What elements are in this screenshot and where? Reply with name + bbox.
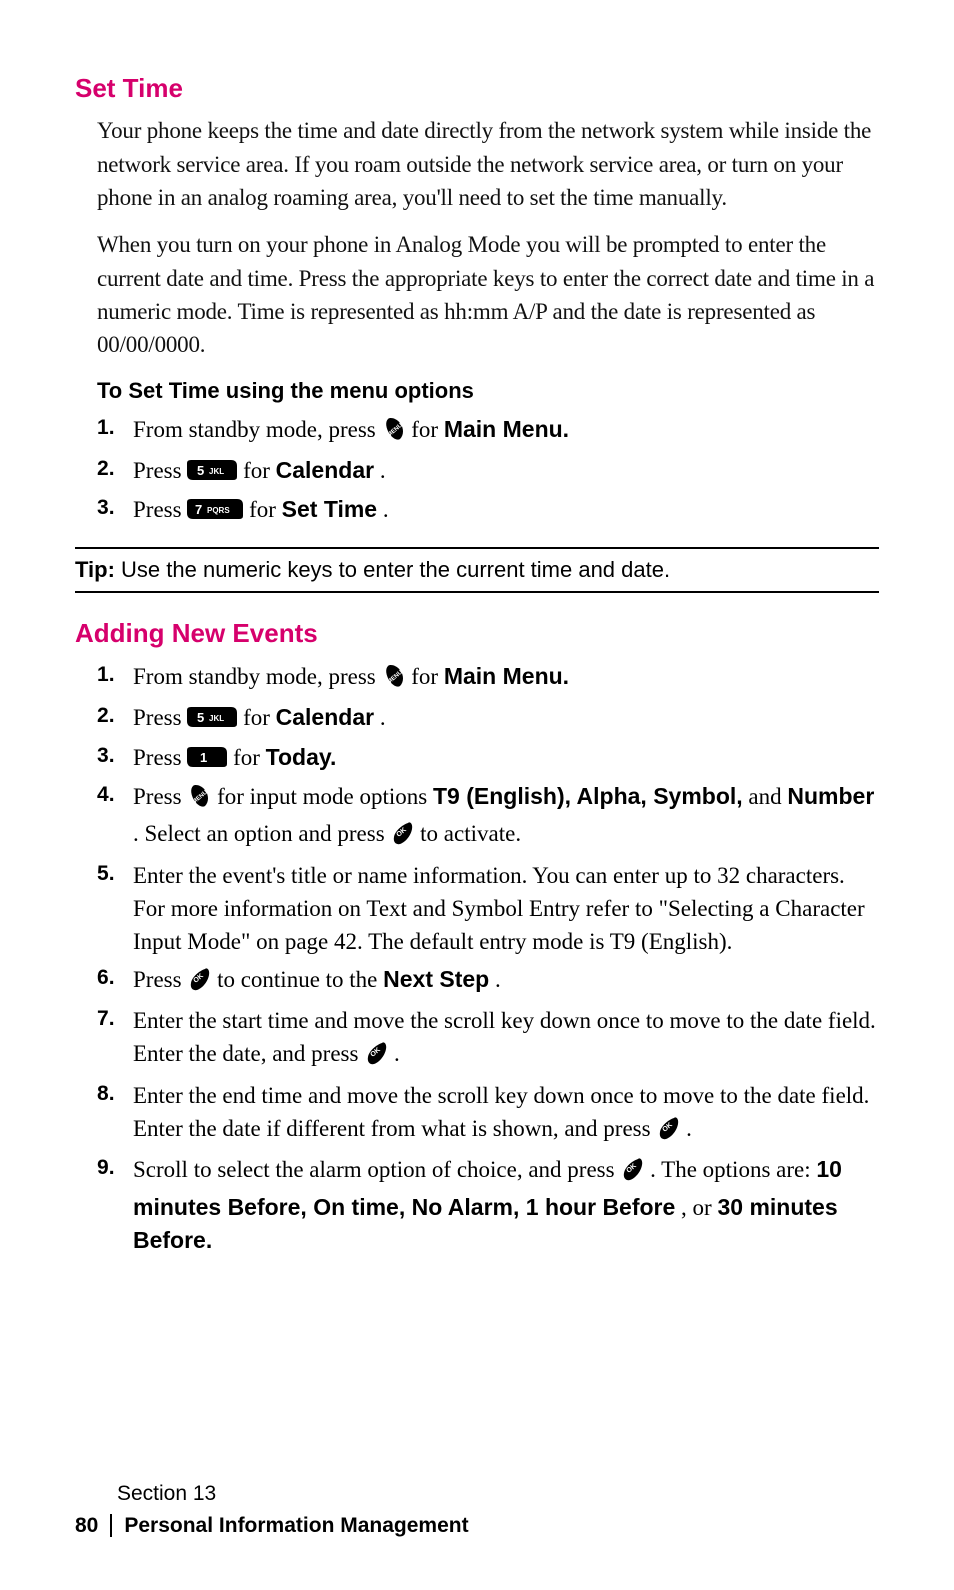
text: for xyxy=(243,705,276,730)
step: Press OK to continue to the Next Step . xyxy=(133,963,879,1000)
label: Calendar xyxy=(276,704,374,730)
text: . xyxy=(380,458,386,483)
text: . xyxy=(495,967,501,992)
text: Press xyxy=(133,705,187,730)
tip-box: Tip: Use the numeric keys to enter the c… xyxy=(75,555,879,586)
text: Press xyxy=(133,784,187,809)
text: to activate. xyxy=(420,821,521,846)
text: Press xyxy=(133,967,187,992)
step: Scroll to select the alarm option of cho… xyxy=(133,1153,879,1257)
text: for xyxy=(411,417,444,442)
svg-text:JKL: JKL xyxy=(209,714,224,723)
step: Press 1 for Today. xyxy=(133,741,879,776)
text: From standby mode, press xyxy=(133,664,382,689)
key-1-icon: 1 xyxy=(187,743,227,776)
text: , or xyxy=(681,1195,717,1220)
step: Enter the event's title or name informat… xyxy=(133,859,879,959)
menu-key-icon: MENU xyxy=(382,417,406,450)
step: Press 7 PQRS for Set Time . xyxy=(133,493,879,528)
step: Press MENU for input mode options T9 (En… xyxy=(133,780,879,855)
text: Enter the event's title or name informat… xyxy=(133,863,865,955)
paragraph: When you turn on your phone in Analog Mo… xyxy=(97,228,879,361)
step: Press 5 JKL for Calendar . xyxy=(133,701,879,736)
ok-key-icon: OK xyxy=(187,967,211,1000)
label: Next Step xyxy=(383,966,489,992)
key-5-icon: 5 JKL xyxy=(187,456,237,489)
text: . The options are: xyxy=(650,1157,816,1182)
ok-key-icon: OK xyxy=(364,1041,388,1074)
footer-section: Section 13 xyxy=(75,1479,469,1508)
tip-label: Tip: xyxy=(75,557,115,582)
text: for input mode options xyxy=(217,784,433,809)
steps-set-time: From standby mode, press MENU for Main M… xyxy=(97,413,879,529)
text: and xyxy=(748,784,787,809)
heading-adding-events: Adding New Events xyxy=(75,615,879,651)
text: for xyxy=(411,664,444,689)
label: T9 (English), Alpha, Symbol, xyxy=(433,783,743,809)
label: Calendar xyxy=(276,457,374,483)
tip-text: Use the numeric keys to enter the curren… xyxy=(115,557,670,582)
menu-key-icon: MENU xyxy=(382,664,406,697)
svg-text:PQRS: PQRS xyxy=(207,506,230,515)
text: Press xyxy=(133,497,187,522)
step: Press 5 JKL for Calendar . xyxy=(133,454,879,489)
page-footer: Section 13 80 Personal Information Manag… xyxy=(75,1479,469,1540)
step: From standby mode, press MENU for Main M… xyxy=(133,660,879,697)
text: for xyxy=(249,497,282,522)
svg-text:5: 5 xyxy=(197,710,204,725)
ok-key-icon: OK xyxy=(390,821,414,854)
text: to continue to the xyxy=(217,967,383,992)
text: Scroll to select the alarm option of cho… xyxy=(133,1157,620,1182)
menu-key-icon: MENU xyxy=(187,784,211,817)
text: . xyxy=(383,497,389,522)
steps-add-events: From standby mode, press MENU for Main M… xyxy=(97,660,879,1258)
svg-text:5: 5 xyxy=(197,463,204,478)
text: . xyxy=(686,1116,692,1141)
subheading: To Set Time using the menu options xyxy=(97,376,879,407)
step: From standby mode, press MENU for Main M… xyxy=(133,413,879,450)
text: Press xyxy=(133,745,187,770)
text: Enter the start time and move the scroll… xyxy=(133,1008,876,1066)
ok-key-icon: OK xyxy=(620,1157,644,1190)
label: Main Menu. xyxy=(444,663,569,689)
divider xyxy=(75,591,879,593)
ok-key-icon: OK xyxy=(656,1116,680,1149)
text: . xyxy=(380,705,386,730)
text: . xyxy=(394,1041,400,1066)
paragraph: Your phone keeps the time and date direc… xyxy=(97,114,879,214)
text: . Select an option and press xyxy=(133,821,390,846)
label: Set Time xyxy=(282,496,377,522)
key-5-icon: 5 JKL xyxy=(187,703,237,736)
divider xyxy=(75,547,879,549)
text: Enter the end time and move the scroll k… xyxy=(133,1083,869,1141)
text: Press xyxy=(133,458,187,483)
footer-title: Personal Information Management xyxy=(124,1511,468,1540)
text: From standby mode, press xyxy=(133,417,382,442)
svg-text:1: 1 xyxy=(200,750,207,765)
label: Main Menu. xyxy=(444,416,569,442)
label: Today. xyxy=(266,744,337,770)
key-7-icon: 7 PQRS xyxy=(187,495,243,528)
text: for xyxy=(233,745,266,770)
text: for xyxy=(243,458,276,483)
svg-text:7: 7 xyxy=(195,502,202,517)
heading-set-time: Set Time xyxy=(75,70,879,106)
label: Number xyxy=(787,783,874,809)
step: Enter the start time and move the scroll… xyxy=(133,1004,879,1075)
step: Enter the end time and move the scroll k… xyxy=(133,1079,879,1150)
svg-text:JKL: JKL xyxy=(209,467,224,476)
page-number: 80 xyxy=(75,1514,112,1537)
